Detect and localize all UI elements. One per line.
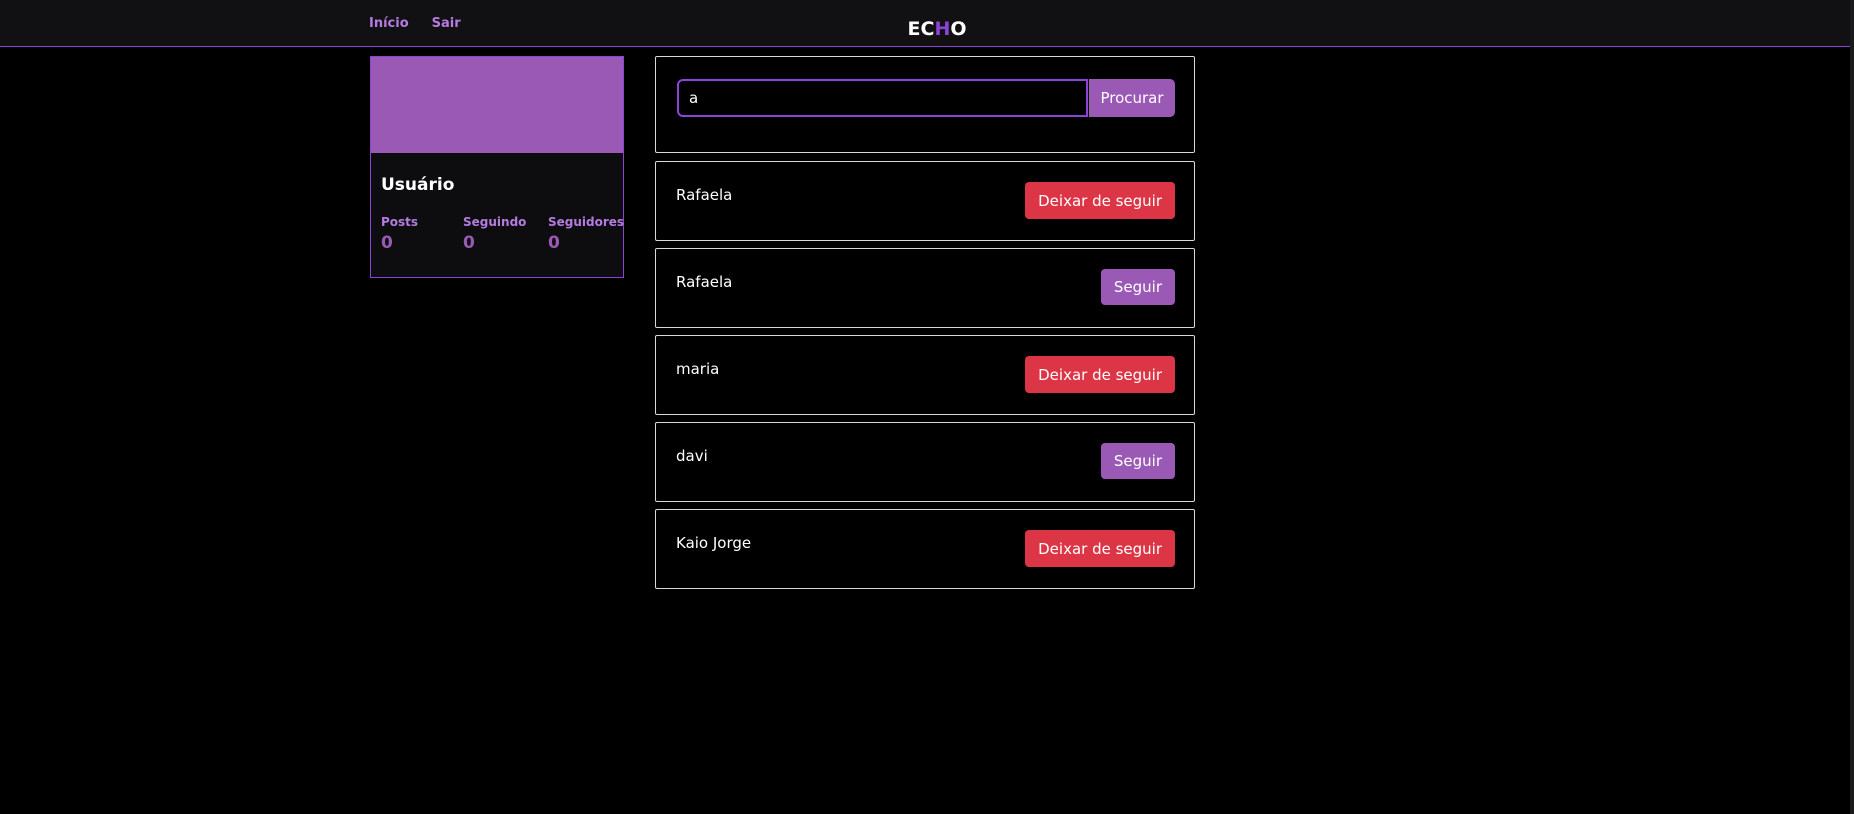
profile-banner (371, 57, 623, 153)
stat-value: 0 (381, 233, 393, 253)
unfollow-button[interactable]: Deixar de seguir (1025, 530, 1175, 567)
user-result-card: maria Deixar de seguir (655, 335, 1195, 415)
user-name: maria (676, 360, 720, 378)
user-result-card: davi Seguir (655, 422, 1195, 502)
unfollow-button[interactable]: Deixar de seguir (1025, 356, 1175, 393)
search-input[interactable] (677, 79, 1088, 117)
stat-value: 0 (548, 233, 560, 253)
top-navbar: Início Sair ECHO (0, 0, 1850, 47)
brand-letter-c: C (920, 18, 935, 40)
follow-button[interactable]: Seguir (1100, 443, 1175, 479)
scrollbar[interactable] (1850, 0, 1854, 814)
user-name: Kaio Jorge (676, 534, 752, 552)
search-card: Procurar (655, 56, 1195, 153)
unfollow-button[interactable]: Deixar de seguir (1025, 182, 1175, 219)
user-name: davi (676, 447, 708, 465)
user-name: Rafaela (676, 273, 733, 291)
search-button[interactable]: Procurar (1089, 79, 1175, 117)
brand-letter-h: H (934, 18, 951, 40)
stat-label: Posts (381, 215, 419, 229)
user-result-card: Rafaela Seguir (655, 248, 1195, 328)
brand-letter-o: O (950, 18, 967, 40)
stat-seguidores: Seguidores 0 (548, 215, 624, 253)
user-result-card: Kaio Jorge Deixar de seguir (655, 509, 1195, 589)
profile-card: Usuário Posts 0 Seguindo 0 Seguidores 0 (370, 56, 624, 278)
profile-name: Usuário (381, 175, 455, 195)
stat-seguindo: Seguindo 0 (463, 215, 548, 253)
user-name: Rafaela (676, 186, 733, 204)
follow-button[interactable]: Seguir (1100, 269, 1175, 305)
brand-logo[interactable]: ECHO (0, 18, 1854, 40)
stat-label: Seguidores (548, 215, 625, 229)
user-result-card: Rafaela Deixar de seguir (655, 161, 1195, 241)
brand-letter-e: E (907, 18, 921, 40)
profile-stats: Posts 0 Seguindo 0 Seguidores 0 (381, 215, 624, 253)
stat-label: Seguindo (463, 215, 527, 229)
stat-posts: Posts 0 (381, 215, 463, 253)
stat-value: 0 (463, 233, 475, 253)
